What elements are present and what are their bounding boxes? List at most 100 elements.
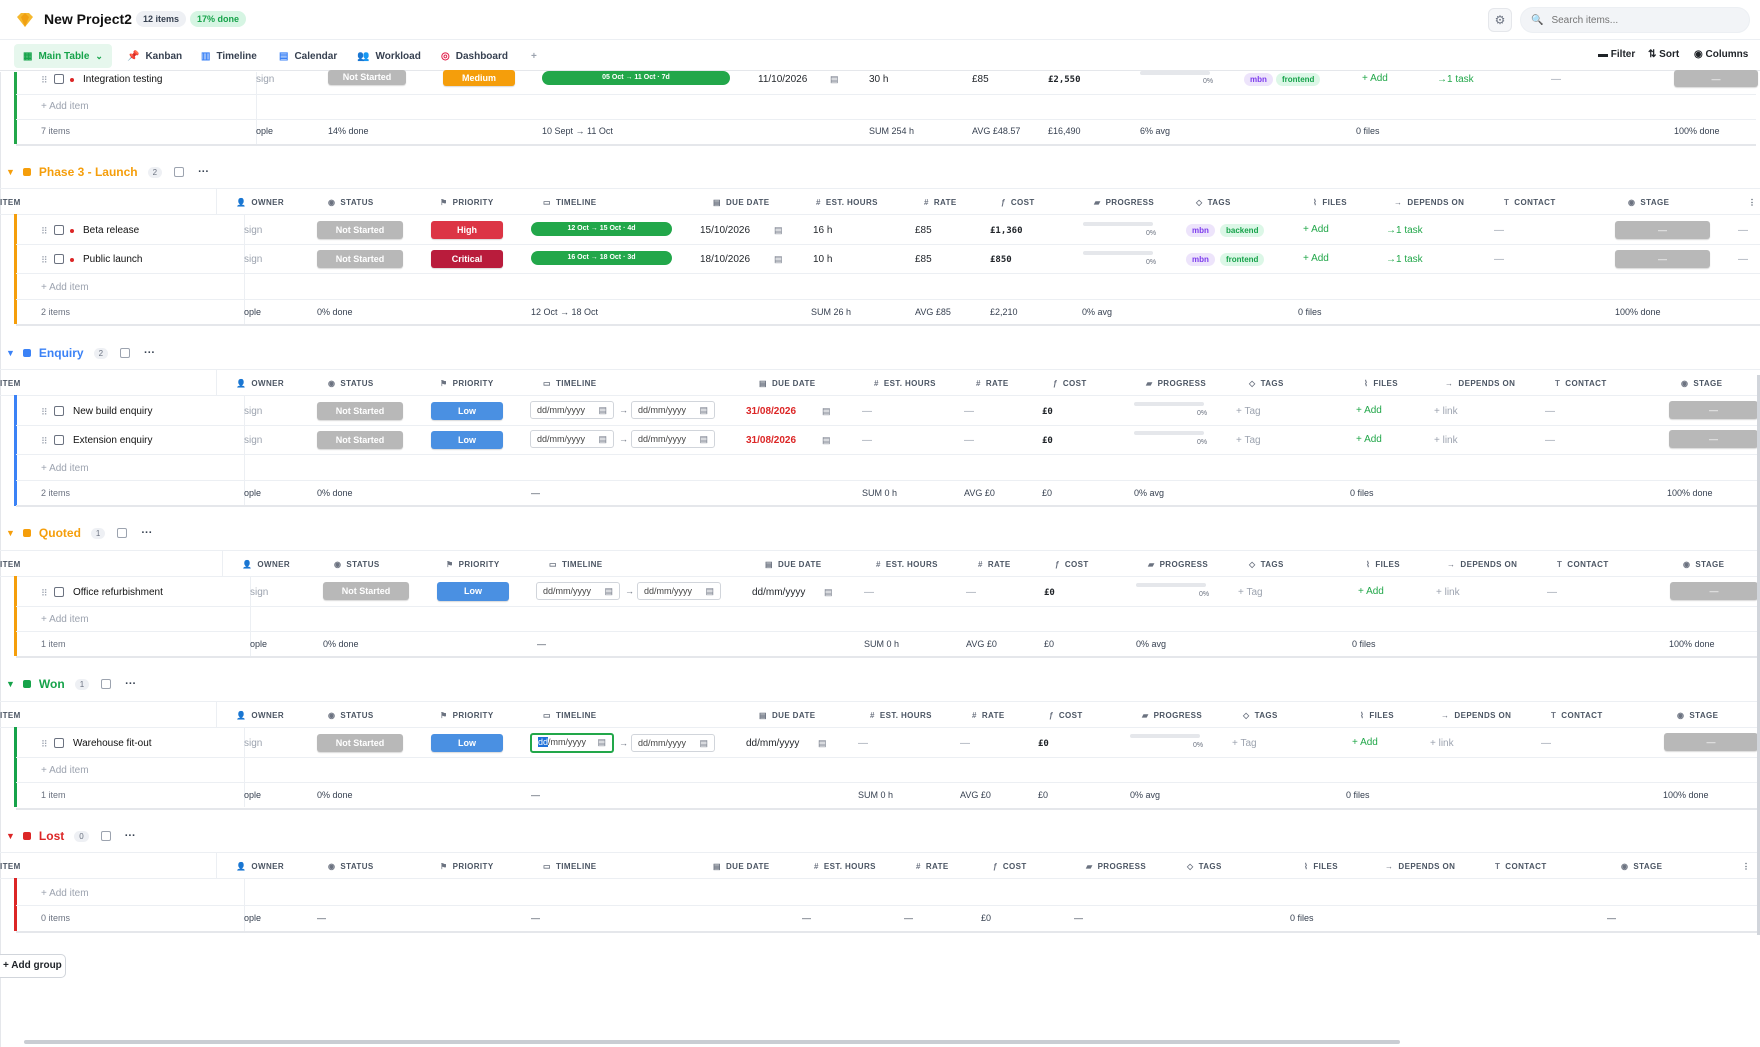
- col-header-rate[interactable]: # RATE: [916, 862, 949, 871]
- col-header-depends-on[interactable]: → DEPENDS ON: [1447, 560, 1517, 569]
- more-icon[interactable]: ···: [141, 527, 152, 539]
- start-date-input[interactable]: dd/mm/yyyy ▤: [530, 430, 614, 448]
- col-header-timeline[interactable]: ▭ TIMELINE: [543, 862, 597, 871]
- col-header-tags[interactable]: ◇ TAGS: [1249, 560, 1284, 569]
- owner-cell[interactable]: sign: [244, 254, 262, 265]
- calendar-icon[interactable]: ▤: [705, 583, 714, 599]
- owner-cell[interactable]: sign: [256, 74, 274, 85]
- contact-cell[interactable]: —: [1494, 225, 1504, 236]
- calendar-icon[interactable]: ▤: [598, 402, 607, 418]
- col-header-files[interactable]: ⌇ FILES: [1364, 379, 1398, 388]
- rate[interactable]: —: [966, 587, 976, 598]
- stage-pill[interactable]: —: [1670, 582, 1758, 600]
- calendar-icon[interactable]: ▤: [824, 587, 833, 598]
- col-header-tags[interactable]: ◇ TAGS: [1187, 862, 1222, 871]
- est-hours[interactable]: —: [862, 435, 872, 446]
- project-title[interactable]: New Project2: [44, 11, 132, 27]
- more-icon[interactable]: ···: [198, 166, 209, 178]
- row-checkbox[interactable]: [54, 435, 64, 445]
- group-checkbox[interactable]: [174, 167, 185, 177]
- col-header-stage[interactable]: ◉ STAGE: [1621, 862, 1662, 871]
- col-header-contact[interactable]: T CONTACT: [1551, 711, 1603, 720]
- status-pill[interactable]: Not Started: [317, 250, 403, 268]
- drag-handle-icon[interactable]: ⠿: [41, 226, 48, 237]
- group-color-dot[interactable]: [22, 680, 31, 688]
- stage-pill[interactable]: —: [1669, 401, 1758, 419]
- col-header-depends-on[interactable]: → DEPENDS ON: [1445, 379, 1515, 388]
- col-header-contact[interactable]: T CONTACT: [1555, 379, 1607, 388]
- add-group-button[interactable]: + Add group: [0, 954, 66, 978]
- caret-down-icon[interactable]: ▼: [6, 167, 15, 177]
- col-header-timeline[interactable]: ▭ TIMELINE: [549, 560, 603, 569]
- rate[interactable]: —: [964, 406, 974, 417]
- status-pill[interactable]: Not Started: [317, 734, 403, 752]
- row-checkbox[interactable]: [54, 225, 64, 235]
- settings-button[interactable]: ⚙: [1488, 8, 1512, 32]
- col-header-depends-on[interactable]: → DEPENDS ON: [1394, 198, 1464, 207]
- add-link[interactable]: + link: [1436, 587, 1460, 598]
- col-header-due-date[interactable]: ▤ DUE DATE: [759, 711, 815, 720]
- item-name[interactable]: Public launch: [83, 254, 142, 265]
- item-name[interactable]: Integration testing: [83, 74, 163, 85]
- add-item-button[interactable]: + Add item: [41, 282, 89, 293]
- stage-pill[interactable]: —: [1674, 70, 1758, 87]
- calendar-icon[interactable]: ▤: [699, 402, 708, 418]
- due-date-overdue[interactable]: 31/08/2026: [746, 435, 796, 446]
- col-header-status[interactable]: ◉ STATUS: [328, 379, 374, 388]
- col-header-depends-on[interactable]: → DEPENDS ON: [1385, 862, 1455, 871]
- tab-calendar[interactable]: ▤ Calendar: [270, 44, 346, 68]
- columns-button[interactable]: ◉ Columns: [1694, 49, 1748, 60]
- priority-pill[interactable]: Medium: [443, 70, 515, 86]
- tab-main-table[interactable]: ▦ Main Table ⌄: [14, 44, 112, 68]
- col-header-priority[interactable]: ⚑ PRIORITY: [440, 379, 494, 388]
- caret-down-icon[interactable]: ▼: [6, 679, 15, 689]
- search-input[interactable]: [1551, 14, 1732, 26]
- tab-kanban[interactable]: 📌 Kanban: [118, 44, 191, 68]
- horizontal-scrollbar[interactable]: [24, 1040, 1400, 1044]
- add-file-link[interactable]: + Add: [1352, 737, 1378, 748]
- item-name[interactable]: Warehouse fit-out: [73, 738, 152, 749]
- tag-chip[interactable]: mbn: [1186, 224, 1215, 237]
- col-header-tags[interactable]: ◇ TAGS: [1249, 379, 1284, 388]
- stage-pill[interactable]: —: [1615, 221, 1710, 239]
- add-link[interactable]: + link: [1434, 406, 1458, 417]
- add-item-button[interactable]: + Add item: [41, 765, 89, 776]
- contact-cell[interactable]: —: [1545, 435, 1555, 446]
- col-header-progress[interactable]: ▰ PROGRESS: [1146, 379, 1206, 388]
- item-name[interactable]: New build enquiry: [73, 406, 153, 417]
- start-date-input-focused[interactable]: dd/mm/yyyy ▤: [530, 733, 614, 753]
- col-header-contact[interactable]: T CONTACT: [1504, 198, 1556, 207]
- tag-chip[interactable]: frontend: [1220, 253, 1265, 266]
- owner-cell[interactable]: sign: [244, 435, 262, 446]
- rate[interactable]: —: [960, 738, 970, 749]
- group-color-dot[interactable]: [22, 349, 31, 357]
- calendar-icon[interactable]: ▤: [699, 735, 708, 751]
- status-pill[interactable]: Not Started: [323, 582, 409, 600]
- depends-link[interactable]: →1 task: [1386, 254, 1423, 265]
- col-header-est-hours[interactable]: # EST. HOURS: [816, 198, 878, 207]
- group-color-dot[interactable]: [22, 529, 31, 537]
- chevron-down-icon[interactable]: ⌄: [95, 51, 103, 62]
- col-header-status[interactable]: ◉ STATUS: [328, 198, 374, 207]
- contact-cell[interactable]: —: [1541, 738, 1551, 749]
- col-header-stage[interactable]: ◉ STAGE: [1677, 711, 1718, 720]
- col-header-due-date[interactable]: ▤ DUE DATE: [713, 198, 769, 207]
- priority-pill[interactable]: High: [431, 221, 503, 239]
- tab-workload[interactable]: 👥 Workload: [348, 44, 430, 68]
- add-file-link[interactable]: + Add: [1356, 434, 1382, 445]
- tag-chip[interactable]: mbn: [1186, 253, 1215, 266]
- col-header-owner[interactable]: 👤 OWNER: [236, 862, 284, 871]
- owner-cell[interactable]: sign: [250, 587, 268, 598]
- status-pill[interactable]: Not Started: [317, 402, 403, 420]
- col-header-est-hours[interactable]: # EST. HOURS: [874, 379, 936, 388]
- col-header-cost[interactable]: ƒ COST: [1055, 560, 1089, 569]
- col-header-rate[interactable]: # RATE: [924, 198, 957, 207]
- col-header-cost[interactable]: ƒ COST: [1053, 379, 1087, 388]
- group-header[interactable]: ▼ Enquiry 2 ···: [6, 343, 155, 363]
- due-date-overdue[interactable]: 31/08/2026: [746, 406, 796, 417]
- col-header-due-date[interactable]: ▤ DUE DATE: [765, 560, 821, 569]
- col-header-est-hours[interactable]: # EST. HOURS: [814, 862, 876, 871]
- col-header-stage[interactable]: ◉ STAGE: [1683, 560, 1724, 569]
- col-header-progress[interactable]: ▰ PROGRESS: [1086, 862, 1146, 871]
- calendar-icon[interactable]: ▤: [597, 735, 606, 749]
